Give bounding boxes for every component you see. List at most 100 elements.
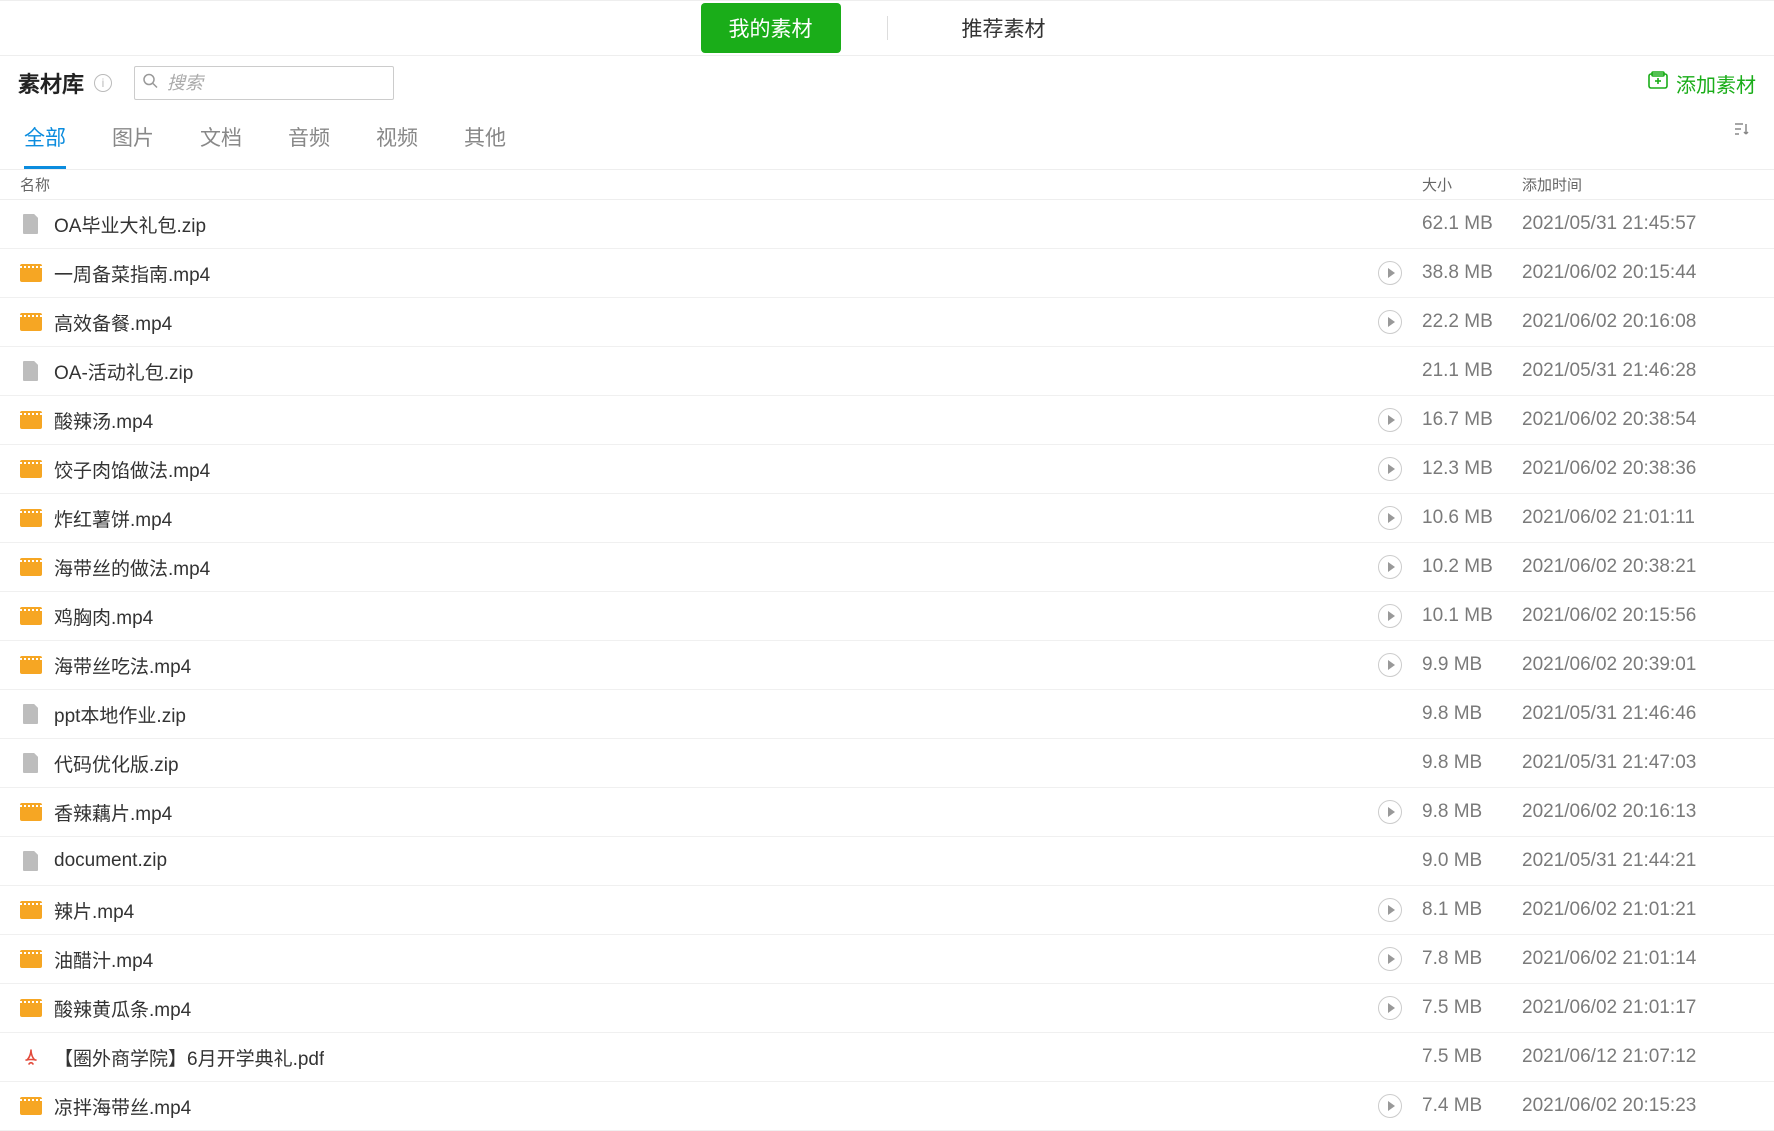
file-name: OA毕业大礼包.zip — [54, 211, 206, 238]
file-row[interactable]: 酸辣黄瓜条.mp4 7.5 MB2021/06/02 21:01:17 — [0, 984, 1774, 1033]
archive-file-icon — [20, 360, 42, 382]
file-row[interactable]: 代码优化版.zip9.8 MB2021/05/31 21:47:03 — [0, 739, 1774, 788]
file-row[interactable]: 炸红薯饼.mp410.6 MB2021/06/02 21:01:11 — [0, 494, 1774, 543]
file-time: 2021/06/12 21:07:12 — [1514, 1046, 1774, 1068]
file-row[interactable]: ppt本地作业.zip9.8 MB2021/05/31 21:46:46 — [0, 690, 1774, 739]
file-time: 2021/06/02 20:38:36 — [1514, 458, 1774, 480]
sort-icon[interactable] — [1732, 120, 1750, 143]
search-wrap — [134, 66, 394, 100]
video-file-icon — [20, 605, 42, 627]
file-time: 2021/06/02 20:39:01 — [1514, 654, 1774, 676]
file-name-cell: 海带丝吃法.mp4 — [0, 652, 1378, 679]
file-row[interactable]: document.zip9.0 MB2021/05/31 21:44:21 — [0, 837, 1774, 886]
video-file-icon — [20, 409, 42, 431]
column-header-size[interactable]: 大小 — [1414, 174, 1514, 195]
file-name-cell: 海带丝的做法.mp4 — [0, 554, 1378, 581]
play-button[interactable] — [1378, 653, 1402, 677]
file-name-cell: 高效备餐.mp4 — [0, 309, 1378, 336]
filter-tab[interactable]: 图片 — [112, 122, 154, 169]
file-row[interactable]: 油醋汁.mp47.8 MB2021/06/02 21:01:14 — [0, 935, 1774, 984]
play-button[interactable] — [1378, 261, 1402, 285]
file-size: 21.1 MB — [1414, 360, 1514, 382]
play-icon — [1388, 807, 1395, 817]
play-button[interactable] — [1378, 408, 1402, 432]
play-button[interactable] — [1378, 996, 1402, 1020]
file-size: 8.1 MB — [1414, 899, 1514, 921]
file-row[interactable]: 海带丝的做法.mp4 10.2 MB2021/06/02 20:38:21 — [0, 543, 1774, 592]
video-file-icon — [20, 899, 42, 921]
file-size: 10.1 MB — [1414, 605, 1514, 627]
play-icon — [1388, 562, 1395, 572]
column-header-name[interactable]: 名称 — [0, 174, 1378, 195]
column-header-time[interactable]: 添加时间 — [1514, 174, 1774, 195]
file-time: 2021/05/31 21:44:21 — [1514, 850, 1774, 872]
file-time: 2021/06/02 20:15:56 — [1514, 605, 1774, 627]
file-row[interactable]: 【圈外商学院】6月开学典礼.pdf7.5 MB2021/06/12 21:07:… — [0, 1033, 1774, 1082]
file-row[interactable]: 高效备餐.mp422.2 MB2021/06/02 20:16:08 — [0, 298, 1774, 347]
filter-tab[interactable]: 音频 — [288, 122, 330, 169]
file-size: 7.5 MB — [1414, 997, 1514, 1019]
play-button[interactable] — [1378, 457, 1402, 481]
info-icon[interactable]: i — [94, 74, 112, 92]
file-time: 2021/06/02 20:38:54 — [1514, 409, 1774, 431]
filter-tab[interactable]: 全部 — [24, 122, 66, 169]
file-name-cell: 鸡胸肉.mp4 — [0, 603, 1378, 630]
file-row[interactable]: 鸡胸肉.mp4 10.1 MB2021/06/02 20:15:56 — [0, 592, 1774, 641]
video-file-icon — [20, 1095, 42, 1117]
file-size: 10.2 MB — [1414, 556, 1514, 578]
play-button[interactable] — [1378, 1094, 1402, 1118]
topnav-tab[interactable]: 推荐素材 — [934, 3, 1074, 53]
file-size: 7.5 MB — [1414, 1046, 1514, 1068]
play-button[interactable] — [1378, 947, 1402, 971]
play-button[interactable] — [1378, 506, 1402, 530]
play-icon — [1388, 954, 1395, 964]
play-icon — [1388, 464, 1395, 474]
play-icon — [1388, 1003, 1395, 1013]
file-name-cell: 油醋汁.mp4 — [0, 946, 1378, 973]
file-time: 2021/06/02 21:01:21 — [1514, 899, 1774, 921]
file-name-cell: 一周备菜指南.mp4 — [0, 260, 1378, 287]
file-time: 2021/06/02 21:01:17 — [1514, 997, 1774, 1019]
file-size: 12.3 MB — [1414, 458, 1514, 480]
play-button[interactable] — [1378, 800, 1402, 824]
play-icon — [1388, 415, 1395, 425]
filter-tab[interactable]: 文档 — [200, 122, 242, 169]
search-input[interactable] — [134, 66, 394, 100]
file-time: 2021/06/02 20:15:44 — [1514, 262, 1774, 284]
topnav-tab[interactable]: 我的素材 — [701, 3, 841, 53]
file-row[interactable]: 香辣藕片.mp49.8 MB2021/06/02 20:16:13 — [0, 788, 1774, 837]
file-row[interactable]: OA-活动礼包.zip21.1 MB2021/05/31 21:46:28 — [0, 347, 1774, 396]
play-icon — [1388, 513, 1395, 523]
file-name-cell: 酸辣黄瓜条.mp4 — [0, 995, 1378, 1022]
filter-tab[interactable]: 视频 — [376, 122, 418, 169]
file-time: 2021/06/02 20:38:21 — [1514, 556, 1774, 578]
video-file-icon — [20, 801, 42, 823]
play-button[interactable] — [1378, 555, 1402, 579]
file-size: 9.9 MB — [1414, 654, 1514, 676]
video-file-icon — [20, 507, 42, 529]
play-button[interactable] — [1378, 310, 1402, 334]
file-name: 炸红薯饼.mp4 — [54, 505, 172, 532]
video-file-icon — [20, 997, 42, 1019]
file-size: 22.2 MB — [1414, 311, 1514, 333]
file-name: 香辣藕片.mp4 — [54, 799, 172, 826]
play-button[interactable] — [1378, 604, 1402, 628]
file-size: 7.8 MB — [1414, 948, 1514, 970]
play-button[interactable] — [1378, 898, 1402, 922]
file-name-cell: OA毕业大礼包.zip — [0, 211, 1378, 238]
file-row[interactable]: 辣片.mp4 8.1 MB2021/06/02 21:01:21 — [0, 886, 1774, 935]
add-material-button[interactable]: 添加素材 — [1648, 69, 1756, 98]
filter-tab[interactable]: 其他 — [464, 122, 506, 169]
file-name: 一周备菜指南.mp4 — [54, 260, 210, 287]
archive-file-icon — [20, 752, 42, 774]
file-name: 酸辣汤.mp4 — [54, 407, 153, 434]
file-row[interactable]: 一周备菜指南.mp438.8 MB2021/06/02 20:15:44 — [0, 249, 1774, 298]
file-name: 辣片.mp4 — [54, 897, 134, 924]
file-row[interactable]: 酸辣汤.mp416.7 MB2021/06/02 20:38:54 — [0, 396, 1774, 445]
file-row[interactable]: 饺子肉馅做法.mp412.3 MB2021/06/02 20:38:36 — [0, 445, 1774, 494]
file-name-cell: 炸红薯饼.mp4 — [0, 505, 1378, 532]
file-name: 酸辣黄瓜条.mp4 — [54, 995, 191, 1022]
file-row[interactable]: 凉拌海带丝.mp47.4 MB2021/06/02 20:15:23 — [0, 1082, 1774, 1131]
file-row[interactable]: OA毕业大礼包.zip62.1 MB2021/05/31 21:45:57 — [0, 200, 1774, 249]
file-row[interactable]: 海带丝吃法.mp4 9.9 MB2021/06/02 20:39:01 — [0, 641, 1774, 690]
